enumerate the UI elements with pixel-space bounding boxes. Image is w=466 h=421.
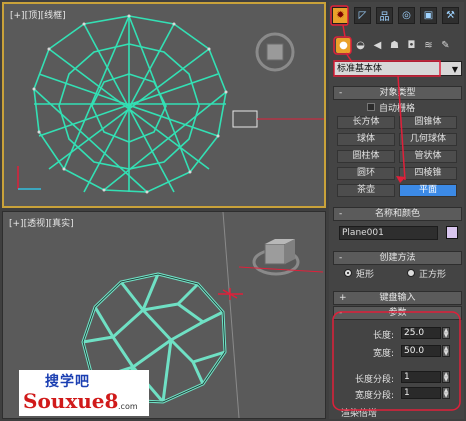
box-button[interactable]: 长方体 xyxy=(337,116,395,129)
square-radio[interactable] xyxy=(407,269,415,277)
tube-button[interactable]: 管状体 xyxy=(399,150,457,163)
name-color-rollout[interactable]: - 名称和颜色 xyxy=(333,207,462,221)
object-type-rollout[interactable]: - 对象类型 xyxy=(333,86,462,100)
watermark-line1: 搜学吧 xyxy=(45,374,90,390)
cameras-icon[interactable]: ☗ xyxy=(387,38,402,53)
parameters-title: 参数 xyxy=(388,308,407,318)
autogrid-checkbox[interactable] xyxy=(367,103,375,111)
render-multipliers-label: 渲染倍增 xyxy=(341,409,378,419)
geosphere-wireframe-top xyxy=(17,14,324,194)
plane-button[interactable]: 平面 xyxy=(399,184,457,197)
autogrid-label: 自动栅格 xyxy=(379,104,416,114)
creation-method-rollout[interactable]: - 创建方法 xyxy=(333,251,462,265)
spacewarps-icon[interactable]: ≋ xyxy=(421,38,436,53)
rectangle-label: 矩形 xyxy=(356,270,375,280)
length-segs-label: 长度分段: xyxy=(355,375,395,385)
watermark-logo: 搜学吧 Souxue8 .com xyxy=(19,370,149,416)
display-icon[interactable]: ▣ xyxy=(420,7,437,24)
top-viewport[interactable]: [+][顶][线框] xyxy=(2,2,326,208)
length-spinner[interactable]: ▲ ▼ xyxy=(442,327,450,339)
teapot-button[interactable]: 茶壶 xyxy=(337,184,395,197)
hierarchy-icon[interactable]: 品 xyxy=(376,7,393,24)
object-type-title: 对象类型 xyxy=(379,88,416,98)
length-label: 长度: xyxy=(373,331,395,341)
geometry-icon[interactable]: ● xyxy=(336,38,351,53)
pyramid-button[interactable]: 四棱锥 xyxy=(399,167,457,180)
perspective-viewport[interactable]: [+][透视][真实] 搜学吧 Souxue8 .com xyxy=(2,211,326,419)
cone-button[interactable]: 圆锥体 xyxy=(399,116,457,129)
object-name-field[interactable]: Plane001 xyxy=(339,226,438,240)
shapes-icon[interactable]: ◒ xyxy=(353,38,368,53)
helpers-icon[interactable]: ◘ xyxy=(404,38,419,53)
lights-icon[interactable]: ◀ xyxy=(370,38,385,53)
chevron-down-icon: ▼ xyxy=(451,65,458,74)
motion-icon[interactable]: ◎ xyxy=(398,7,415,24)
collapse-icon: - xyxy=(339,253,343,263)
square-label: 正方形 xyxy=(419,270,447,280)
length-segs-spinner[interactable]: ▲ ▼ xyxy=(442,371,450,383)
collapse-icon: - xyxy=(339,308,343,318)
rectangle-radio[interactable] xyxy=(344,269,352,277)
length-segs-field[interactable]: 1 xyxy=(401,371,441,383)
modify-icon[interactable]: ◸ xyxy=(354,7,371,24)
collapse-icon: - xyxy=(339,209,343,219)
creation-method-title: 创建方法 xyxy=(379,253,416,263)
category-dropdown-value: 标准基本体 xyxy=(337,64,383,74)
object-color-swatch[interactable] xyxy=(446,226,458,239)
keyboard-entry-title: 键盘输入 xyxy=(379,293,416,303)
width-label: 宽度: xyxy=(373,349,395,359)
parameters-rollout[interactable]: - 参数 xyxy=(333,306,462,320)
watermark-suffix: .com xyxy=(118,402,138,411)
width-spinner[interactable]: ▲ ▼ xyxy=(442,345,450,357)
width-segs-label: 宽度分段: xyxy=(355,391,395,401)
width-segs-spinner[interactable]: ▲ ▼ xyxy=(442,387,450,399)
collapse-icon: - xyxy=(339,88,343,98)
name-color-title: 名称和颜色 xyxy=(374,209,420,219)
expand-icon: + xyxy=(339,293,347,303)
width-segs-field[interactable]: 1 xyxy=(401,387,441,399)
systems-icon[interactable]: ✎ xyxy=(438,38,453,53)
keyboard-entry-rollout[interactable]: + 键盘输入 xyxy=(333,291,462,305)
cylinder-button[interactable]: 圆柱体 xyxy=(337,150,395,163)
create-icon[interactable]: ✹ xyxy=(332,7,349,24)
utilities-icon[interactable]: ⚒ xyxy=(442,7,459,24)
torus-button[interactable]: 圆环 xyxy=(337,167,395,180)
width-field[interactable]: 50.0 xyxy=(401,345,441,357)
sphere-button[interactable]: 球体 xyxy=(337,133,395,146)
watermark-line2: Souxue8 xyxy=(23,389,119,413)
category-dropdown[interactable]: 标准基本体 ▼ xyxy=(333,61,462,76)
command-panel: ✹ ◸ 品 ◎ ▣ ⚒ ● ◒ ◀ ☗ ◘ ≋ ✎ 标准基本体 ▼ - 对象类型… xyxy=(329,2,464,419)
length-field[interactable]: 25.0 xyxy=(401,327,441,339)
geosphere-button[interactable]: 几何球体 xyxy=(399,133,457,146)
